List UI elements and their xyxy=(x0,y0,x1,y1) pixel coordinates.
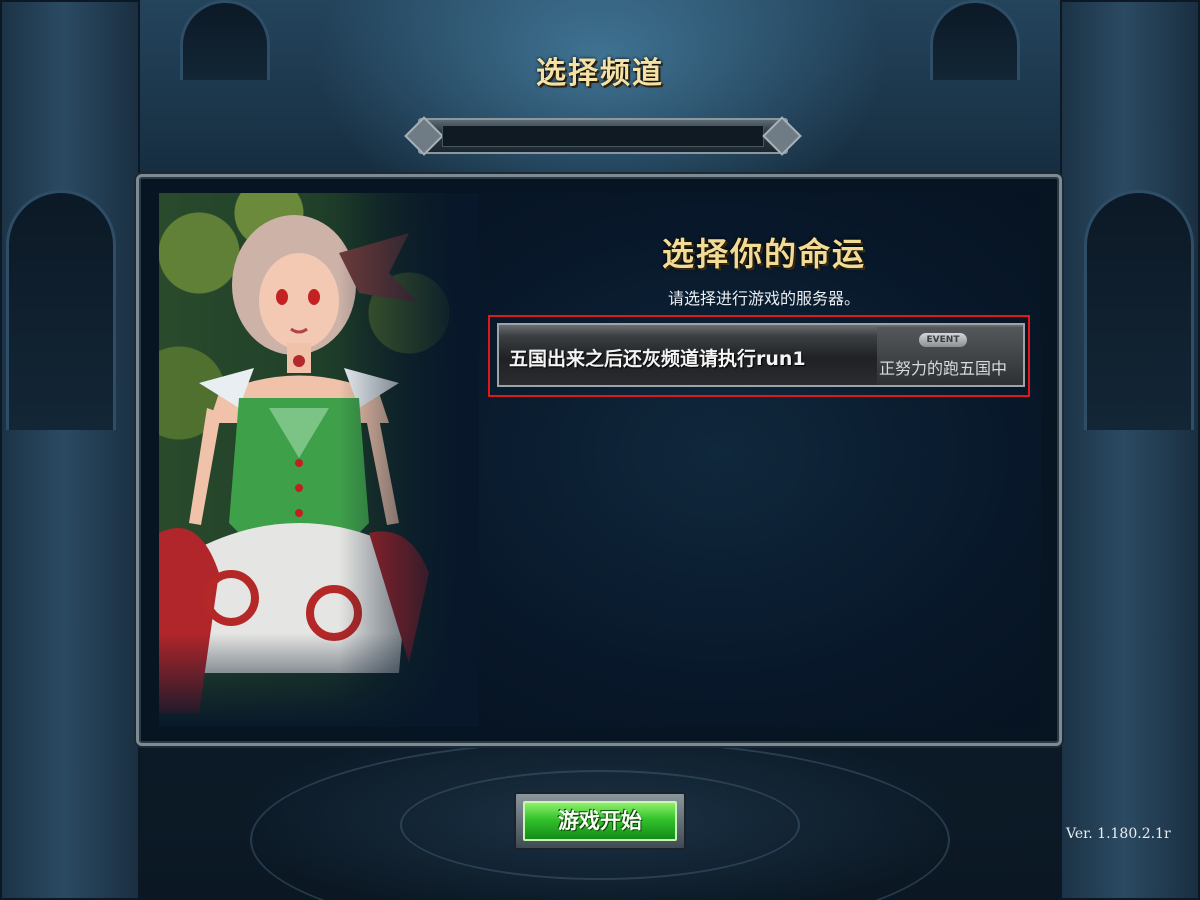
screen-title: 选择频道 xyxy=(536,56,664,91)
right-arch xyxy=(1084,190,1194,430)
left-arch xyxy=(6,190,116,430)
channel-item[interactable]: 五国出来之后还灰频道请执行run1 EVENT 正努力的跑五国中 xyxy=(497,323,1025,387)
left-pillar xyxy=(0,0,140,900)
channel-name: 五国出来之后还灰频道请执行run1 xyxy=(509,348,806,370)
right-pillar xyxy=(1060,0,1200,900)
channel-panel: 选择你的命运 请选择进行游戏的服务器。 五国出来之后还灰频道请执行run1 EV… xyxy=(136,174,1062,746)
event-badge: EVENT xyxy=(919,333,967,347)
character-illustration xyxy=(159,193,479,727)
version-label: Ver. 1.180.2.1r xyxy=(1066,826,1171,842)
panel-heading: 选择你的命运 xyxy=(661,235,866,273)
upper-left-window xyxy=(180,0,270,80)
ornament-bar-inner xyxy=(442,125,764,147)
art-fade-bottom xyxy=(159,633,479,727)
start-button-frame: 游戏开始 xyxy=(514,792,686,850)
panel-content: 选择你的命运 请选择进行游戏的服务器。 五国出来之后还灰频道请执行run1 EV… xyxy=(159,193,1041,727)
channel-status: 正努力的跑五国中 xyxy=(879,359,1008,378)
panel-hint: 请选择进行游戏的服务器。 xyxy=(667,289,860,308)
channel-status-box: EVENT 正努力的跑五国中 xyxy=(877,327,1023,385)
title-ornament-bar xyxy=(404,116,802,156)
start-game-button[interactable]: 游戏开始 xyxy=(523,801,677,841)
upper-right-window xyxy=(930,0,1020,80)
